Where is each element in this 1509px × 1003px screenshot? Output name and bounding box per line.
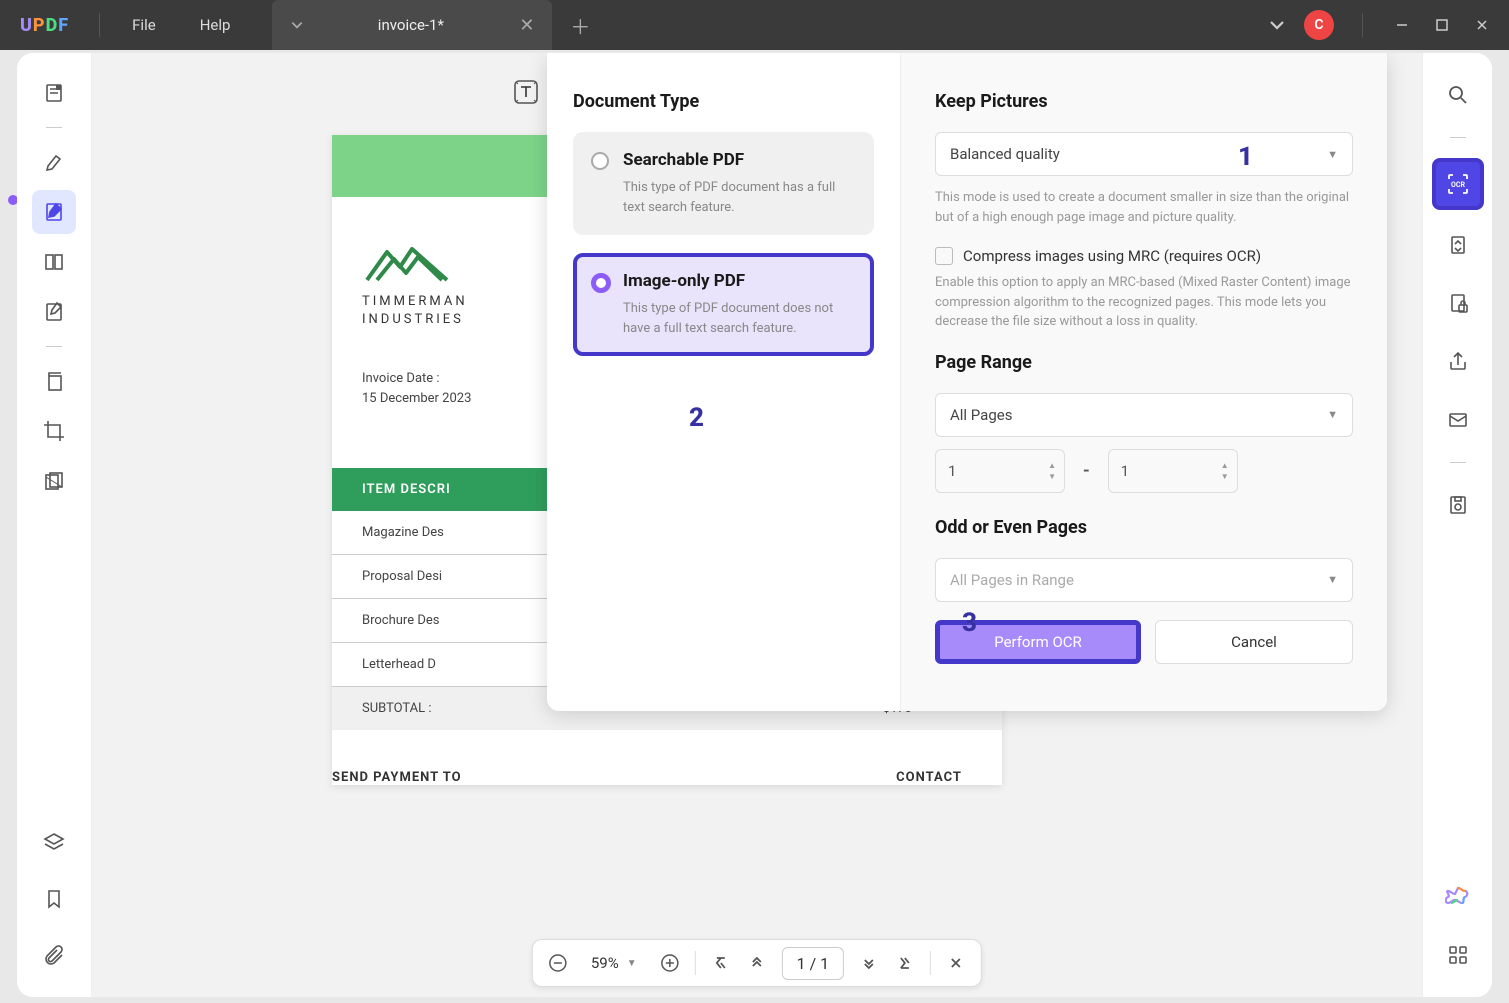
next-page-button[interactable] — [858, 952, 880, 974]
compress-checkbox[interactable] — [935, 247, 953, 265]
divider — [99, 13, 100, 37]
copy-tool-icon[interactable] — [32, 359, 76, 403]
page-range-title: Page Range — [935, 352, 1353, 373]
option-title: Image-only PDF — [623, 271, 856, 291]
reader-tool-icon[interactable] — [32, 71, 76, 115]
minimize-button[interactable] — [1391, 14, 1413, 36]
text-tool-icon[interactable] — [512, 78, 542, 108]
searchable-pdf-option[interactable]: Searchable PDF This type of PDF document… — [573, 132, 874, 235]
tab-close-icon[interactable]: ✕ — [519, 15, 534, 36]
edit-tool-icon[interactable] — [32, 190, 76, 234]
left-toolbar — [17, 53, 92, 997]
caret-down-icon: ▼ — [1327, 573, 1338, 586]
pages-tool-icon[interactable] — [32, 240, 76, 284]
close-controls-button[interactable] — [945, 952, 967, 974]
page-to-input[interactable]: 1 ▲▼ — [1108, 449, 1238, 493]
odd-even-title: Odd or Even Pages — [935, 517, 1353, 538]
page-range-select[interactable]: All Pages ▼ — [935, 393, 1353, 437]
help-menu[interactable]: Help — [178, 16, 253, 34]
chevron-down-icon[interactable] — [1268, 16, 1286, 34]
callout-2: 2 — [689, 403, 704, 433]
odd-even-select[interactable]: All Pages in Range ▼ — [935, 558, 1353, 602]
page-controls: 59% ▼ 1 / 1 — [532, 939, 982, 987]
document-canvas: TIMMERMAN INDUSTRIES Invoice Date : 15 D… — [92, 53, 1422, 997]
contact-label: CONTACT — [896, 770, 1002, 785]
separator — [1450, 137, 1466, 138]
separator — [46, 346, 62, 347]
keep-pictures-select[interactable]: Balanced quality ▼ — [935, 132, 1353, 176]
titlebar: UPDF File Help invoice-1* ✕ ＋ C — [0, 0, 1509, 50]
ocr-tool-icon[interactable]: OCR — [1432, 158, 1484, 210]
separator — [46, 127, 62, 128]
compress-desc: Enable this option to apply an MRC-based… — [935, 273, 1353, 332]
ai-assistant-icon[interactable] — [1436, 875, 1480, 919]
radio-checked-icon[interactable] — [591, 273, 611, 293]
crop-tool-icon[interactable] — [32, 409, 76, 453]
document-type-title: Document Type — [573, 91, 874, 112]
search-icon[interactable] — [1436, 73, 1480, 117]
new-tab-button[interactable]: ＋ — [570, 11, 590, 40]
close-window-button[interactable] — [1471, 14, 1493, 36]
highlighter-tool-icon[interactable] — [32, 140, 76, 184]
send-payment-label: SEND PAYMENT TO — [332, 770, 462, 785]
image-only-pdf-option[interactable]: Image-only PDF This type of PDF document… — [573, 253, 874, 356]
page-from-input[interactable]: 1 ▲▼ — [935, 449, 1065, 493]
separator — [930, 951, 931, 975]
step-up-icon[interactable]: ▲ — [1221, 461, 1229, 470]
zoom-in-button[interactable] — [659, 952, 681, 974]
page-number-input[interactable]: 1 / 1 — [782, 947, 845, 980]
bookmark-icon[interactable] — [32, 877, 76, 921]
step-down-icon[interactable]: ▼ — [1048, 472, 1056, 481]
app-logo: UPDF — [0, 15, 89, 36]
company-name: TIMMERMAN INDUSTRIES — [362, 293, 468, 329]
cancel-button[interactable]: Cancel — [1155, 620, 1353, 664]
user-avatar[interactable]: C — [1304, 10, 1334, 40]
zoom-out-button[interactable] — [547, 952, 569, 974]
compress-label: Compress images using MRC (requires OCR) — [963, 247, 1261, 265]
maximize-button[interactable] — [1431, 14, 1453, 36]
attachment-icon[interactable] — [32, 933, 76, 977]
form-tool-icon[interactable] — [32, 290, 76, 334]
option-title: Searchable PDF — [623, 150, 856, 170]
tab-title: invoice-1* — [322, 16, 499, 34]
first-page-button[interactable] — [710, 952, 732, 974]
convert-icon[interactable] — [1436, 224, 1480, 268]
keep-pictures-desc: This mode is used to create a document s… — [935, 188, 1353, 227]
right-toolbar: OCR — [1422, 53, 1492, 997]
radio-unchecked-icon[interactable] — [591, 152, 609, 170]
svg-text:OCR: OCR — [1451, 181, 1465, 189]
range-dash: - — [1083, 460, 1090, 481]
option-desc: This type of PDF document has a full tex… — [623, 178, 856, 217]
share-icon[interactable] — [1436, 340, 1480, 384]
option-desc: This type of PDF document does not have … — [623, 299, 856, 338]
company-logo-icon — [362, 237, 452, 285]
document-tab[interactable]: invoice-1* ✕ — [272, 0, 552, 50]
separator — [1450, 462, 1466, 463]
separator — [695, 951, 696, 975]
divider — [1362, 13, 1363, 37]
last-page-button[interactable] — [894, 952, 916, 974]
step-down-icon[interactable]: ▼ — [1221, 472, 1229, 481]
zoom-select[interactable]: 59% ▼ — [583, 954, 645, 972]
caret-down-icon: ▼ — [1327, 408, 1338, 421]
redact-tool-icon[interactable] — [32, 459, 76, 503]
workspace: TIMMERMAN INDUSTRIES Invoice Date : 15 D… — [17, 53, 1492, 997]
caret-down-icon: ▼ — [627, 958, 637, 969]
caret-down-icon: ▼ — [1327, 148, 1338, 161]
step-up-icon[interactable]: ▲ — [1048, 461, 1056, 470]
protect-icon[interactable] — [1436, 282, 1480, 326]
callout-3: 3 — [962, 608, 977, 638]
chevron-down-icon[interactable] — [290, 18, 304, 32]
save-icon[interactable] — [1436, 483, 1480, 527]
prev-page-button[interactable] — [746, 952, 768, 974]
file-menu[interactable]: File — [110, 16, 178, 34]
keep-pictures-title: Keep Pictures — [935, 91, 1353, 112]
callout-1: 1 — [1238, 142, 1253, 172]
email-icon[interactable] — [1436, 398, 1480, 442]
layers-icon[interactable] — [32, 821, 76, 865]
apps-icon[interactable] — [1436, 933, 1480, 977]
